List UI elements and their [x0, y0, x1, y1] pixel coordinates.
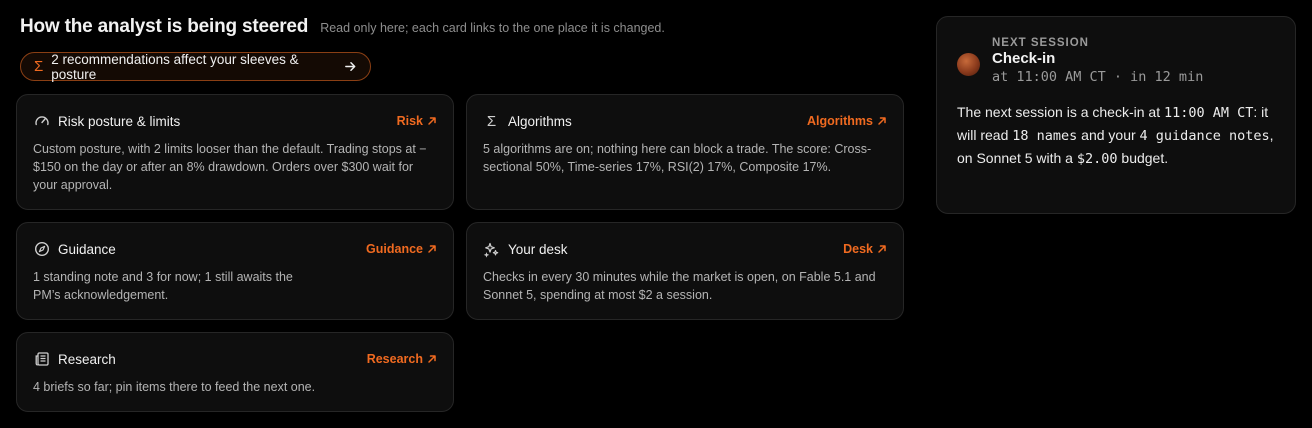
session-names-count: 18 names — [1012, 128, 1078, 144]
session-time: at 11:00 AM CT · in 12 min — [992, 69, 1204, 85]
header: How the analyst is being steered Read on… — [20, 16, 665, 38]
steering-panel: How the analyst is being steered Read on… — [0, 0, 1312, 428]
compass-icon — [33, 241, 50, 258]
research-card-body: 4 briefs so far; pin items there to feed… — [33, 380, 316, 394]
session-text: budget. — [1117, 150, 1169, 166]
arrow-up-right-icon — [428, 245, 436, 253]
arrow-up-right-icon — [878, 117, 886, 125]
session-kicker: NEXT SESSION — [992, 37, 1089, 49]
page-title: How the analyst is being steered — [20, 16, 309, 37]
session-time-value: 11:00 AM CT — [1164, 105, 1254, 121]
page-subtitle: Read only here; each card links to the o… — [320, 21, 665, 35]
algorithms-card-body: 5 algorithms are on; nothing here can bl… — [483, 142, 872, 174]
session-description: The next session is a check-in at 11:00 … — [957, 101, 1275, 170]
session-text: and your — [1077, 127, 1140, 143]
research-link[interactable]: Research — [367, 352, 437, 366]
recommendations-label: 2 recommendations affect your sleeves & … — [51, 51, 299, 82]
recommendations-button[interactable]: Σ 2 recommendations affect your sleeves … — [20, 51, 371, 82]
research-card-title: Research — [58, 351, 116, 367]
research-card: Research Research 4 briefs so far; pin i… — [16, 332, 454, 412]
gauge-icon — [33, 113, 50, 130]
guidance-card-title: Guidance — [58, 241, 116, 257]
session-notes-count: 4 guidance notes — [1139, 128, 1270, 144]
desk-card-title: Your desk — [508, 241, 568, 257]
algorithms-link-label: Algorithms — [807, 114, 873, 128]
algorithms-card: Σ Algorithms Algorithms 5 algorithms are… — [466, 94, 904, 210]
arrow-right-icon — [344, 60, 357, 73]
desk-link[interactable]: Desk — [843, 242, 887, 256]
algorithms-card-title: Algorithms — [508, 113, 572, 129]
risk-card-body: Custom posture, with 2 limits looser tha… — [33, 142, 427, 192]
arrow-up-right-icon — [428, 355, 436, 363]
algorithms-link[interactable]: Algorithms — [807, 114, 887, 128]
session-title: Check-in — [992, 50, 1056, 67]
arrow-up-right-icon — [878, 245, 886, 253]
guidance-link[interactable]: Guidance — [366, 242, 437, 256]
risk-card: Risk posture & limits Risk Custom postur… — [16, 94, 454, 210]
risk-link[interactable]: Risk — [397, 114, 437, 128]
sparkles-icon — [483, 241, 500, 258]
risk-link-label: Risk — [396, 114, 423, 128]
next-session-card: NEXT SESSION Check-in at 11:00 AM CT · i… — [936, 16, 1296, 214]
risk-card-title: Risk posture & limits — [58, 113, 181, 129]
session-budget: $2.00 — [1076, 151, 1118, 167]
research-link-label: Research — [366, 352, 423, 366]
desk-card: Your desk Desk Checks in every 30 minute… — [466, 222, 904, 320]
sigma-icon: Σ — [34, 58, 44, 75]
desk-link-label: Desk — [843, 242, 873, 256]
avatar — [957, 53, 980, 76]
session-text: The next session is a check-in at — [957, 104, 1164, 120]
newspaper-icon — [33, 351, 50, 368]
guidance-link-label: Guidance — [366, 242, 423, 256]
guidance-card-body: 1 standing note and 3 for now; 1 still a… — [33, 270, 293, 302]
desk-card-body: Checks in every 30 minutes while the mar… — [483, 270, 876, 302]
sigma-icon: Σ — [486, 112, 497, 130]
guidance-card: Guidance Guidance 1 standing note and 3 … — [16, 222, 454, 320]
arrow-up-right-icon — [428, 117, 436, 125]
